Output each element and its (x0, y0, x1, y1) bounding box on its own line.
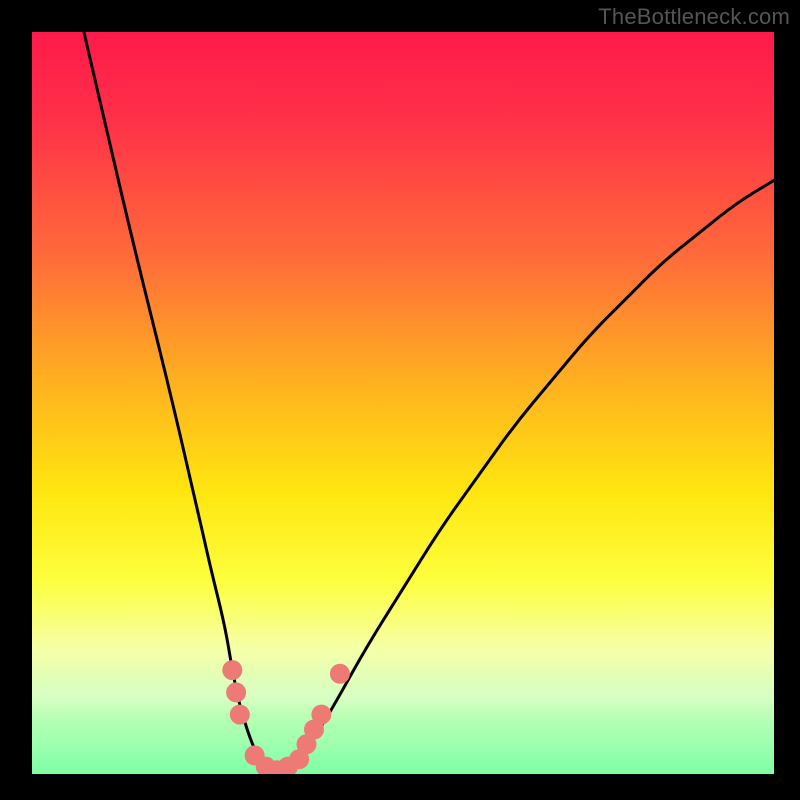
bottleneck-chart (0, 0, 800, 800)
data-marker (330, 664, 350, 684)
data-marker (230, 705, 250, 725)
data-marker (222, 660, 242, 680)
chart-frame: TheBottleneck.com (0, 0, 800, 800)
gradient-background (32, 32, 774, 774)
data-marker (226, 682, 246, 702)
optimal-band (32, 695, 774, 800)
data-marker (311, 705, 331, 725)
